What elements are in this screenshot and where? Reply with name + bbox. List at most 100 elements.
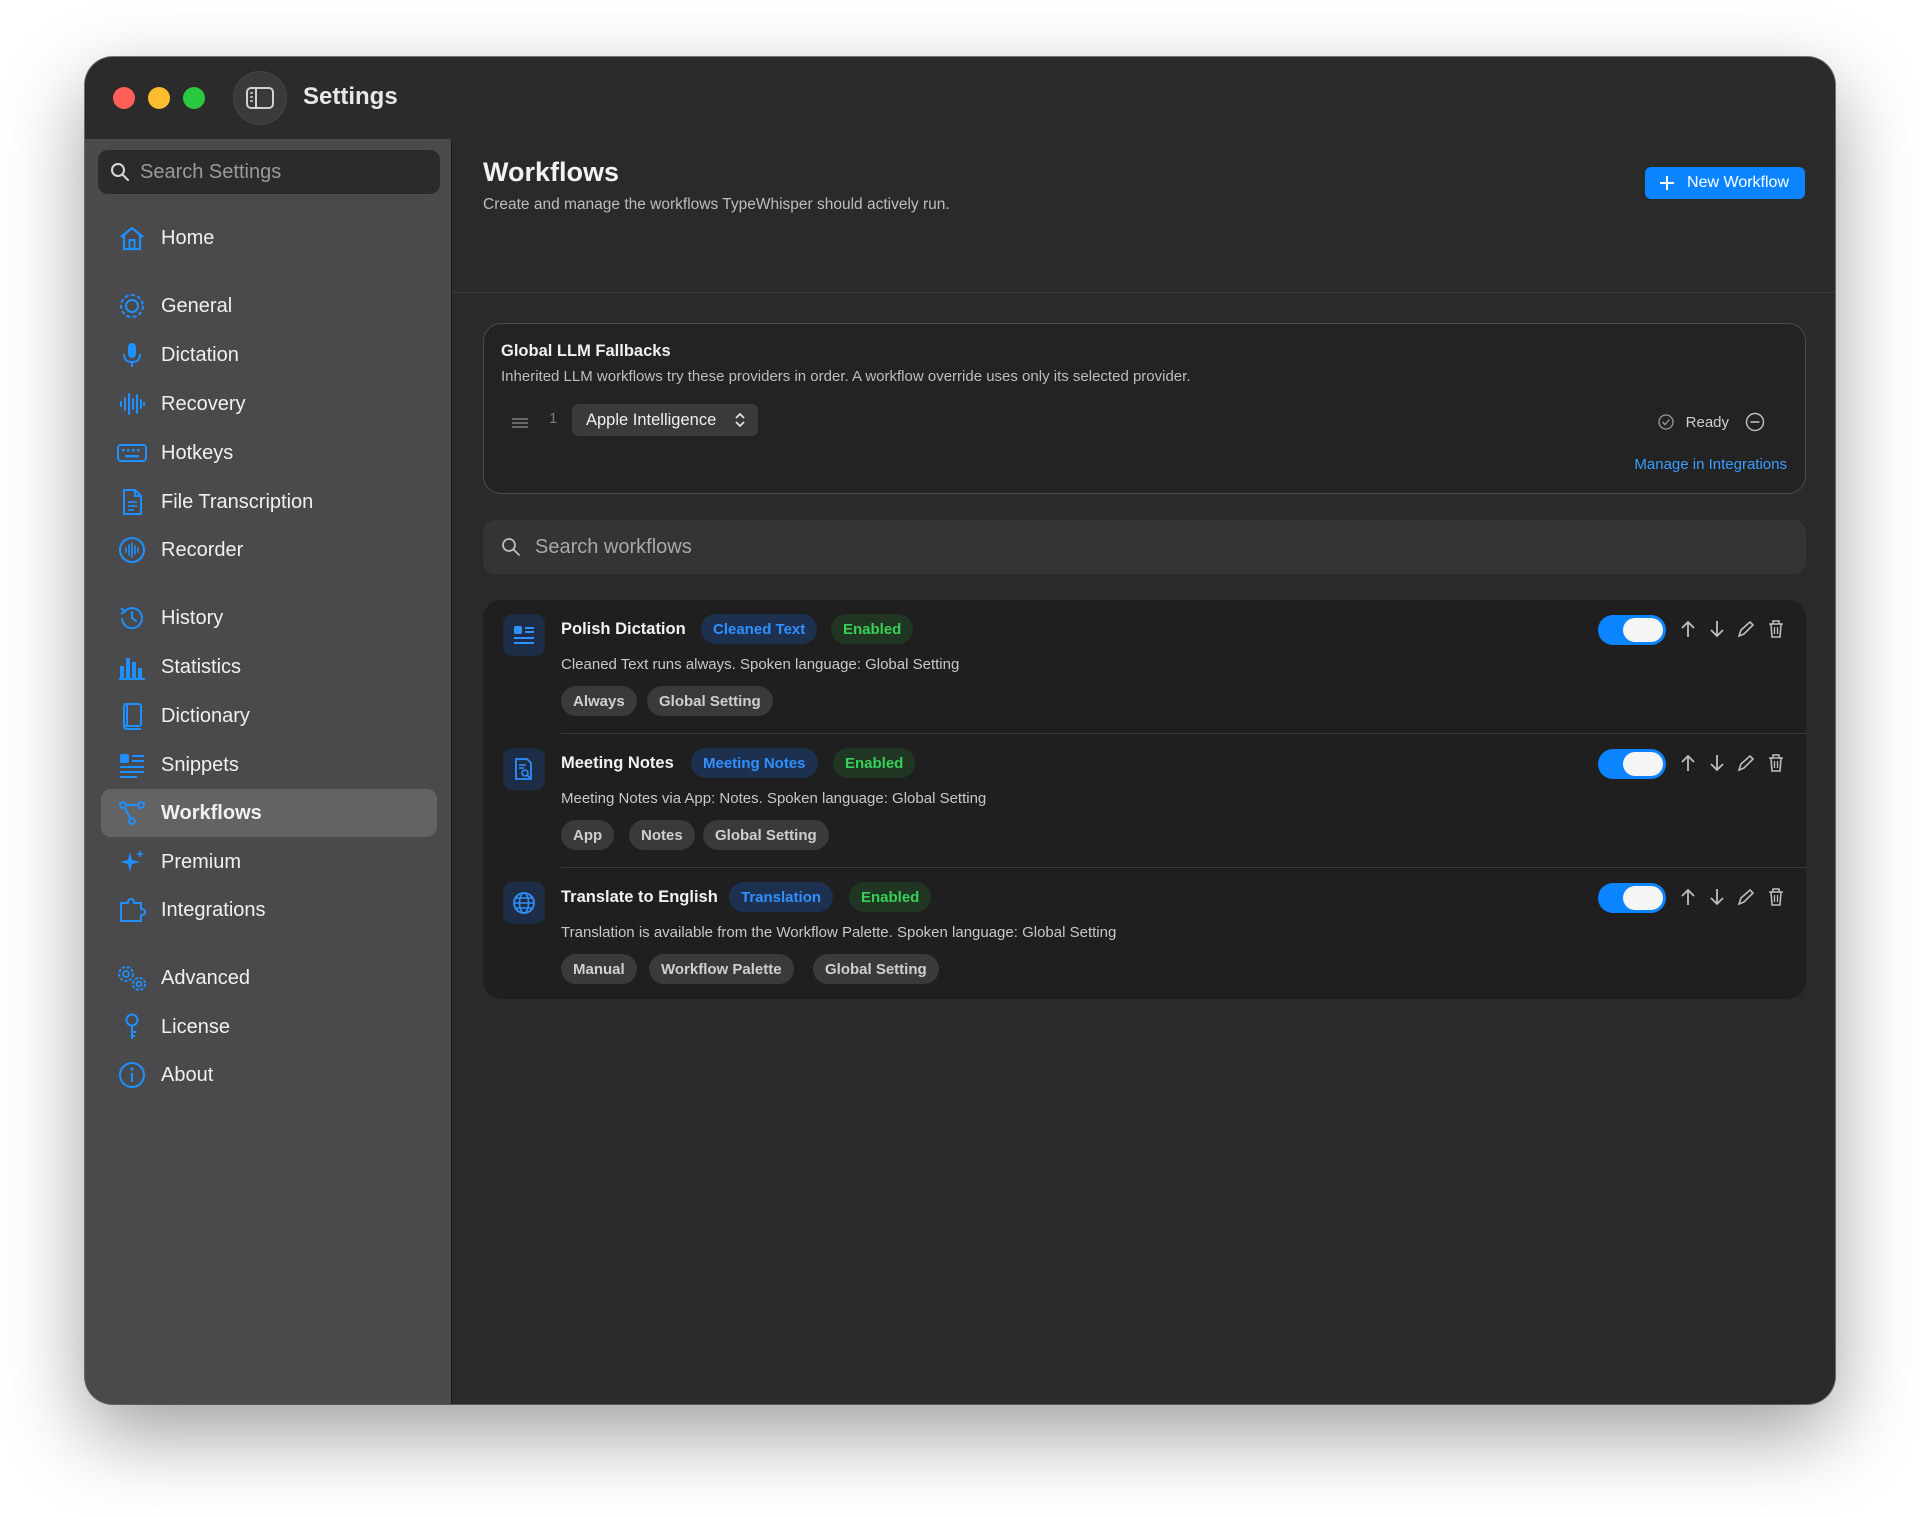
workflow-chip: Global Setting	[813, 954, 939, 984]
trash-icon[interactable]	[1764, 751, 1788, 775]
sidebar-item-license[interactable]: License	[101, 1003, 437, 1051]
close-window-button[interactable]	[113, 87, 135, 109]
move-up-icon[interactable]	[1676, 885, 1700, 909]
history-clock-icon	[115, 601, 149, 635]
move-up-icon[interactable]	[1676, 751, 1700, 775]
header-divider	[453, 292, 1835, 293]
edit-pencil-icon[interactable]	[1734, 751, 1758, 775]
chevron-up-down-icon	[735, 412, 745, 428]
sidebar-item-advanced[interactable]: Advanced	[101, 954, 437, 1002]
workflow-status-badge: Enabled	[833, 748, 916, 778]
search-icon	[111, 163, 129, 181]
fallback-provider-value: Apple Intelligence	[586, 410, 717, 429]
bar-chart-icon	[115, 650, 149, 684]
sidebar-item-hotkeys[interactable]: Hotkeys	[101, 429, 437, 477]
fallback-status: Ready	[1657, 412, 1765, 432]
window-title: Settings	[303, 83, 398, 110]
sidebar-item-about[interactable]: About	[101, 1051, 437, 1099]
key-icon	[115, 1010, 149, 1044]
sidebar-item-history[interactable]: History	[101, 594, 437, 642]
search-icon	[502, 538, 520, 556]
workflow-description: Meeting Notes via App: Notes. Spoken lan…	[561, 790, 987, 807]
sparkles-icon	[115, 845, 149, 879]
book-icon	[115, 699, 149, 733]
sidebar-item-premium[interactable]: Premium	[101, 838, 437, 886]
workflow-enabled-toggle[interactable]	[1598, 883, 1666, 913]
move-down-icon[interactable]	[1705, 751, 1729, 775]
new-workflow-button[interactable]: New Workflow	[1645, 167, 1805, 199]
trash-icon[interactable]	[1764, 885, 1788, 909]
workflow-chip: Manual	[561, 954, 637, 984]
sidebar-item-recovery[interactable]: Recovery	[101, 380, 437, 428]
workflow-type-badge: Translation	[729, 882, 834, 912]
edit-pencil-icon[interactable]	[1734, 885, 1758, 909]
search-workflows-field[interactable]: Search workflows	[483, 520, 1806, 574]
edit-pencil-icon[interactable]	[1734, 617, 1758, 641]
drag-handle-icon[interactable]	[511, 416, 529, 434]
workflow-list: Polish Dictation Cleaned Text Enabled Cl…	[483, 600, 1806, 999]
move-up-icon[interactable]	[1676, 617, 1700, 641]
search-workflows-placeholder: Search workflows	[535, 535, 692, 558]
workflow-chip: Workflow Palette	[649, 954, 794, 984]
record-waveform-icon	[115, 533, 149, 567]
sidebar-item-label: Workflows	[161, 801, 262, 824]
sidebar-item-label: License	[161, 1015, 230, 1038]
main-content: Workflows Create and manage the workflow…	[453, 139, 1835, 1404]
workflow-row: Meeting Notes Meeting Notes Enabled Meet…	[483, 734, 1806, 868]
sidebar-item-label: Statistics	[161, 655, 242, 678]
sidebar-toggle-button[interactable]	[233, 71, 287, 125]
sidebar-item-dictation[interactable]: Dictation	[101, 331, 437, 379]
sidebar-item-label: Snippets	[161, 753, 239, 776]
sidebar-item-label: History	[161, 606, 224, 629]
move-down-icon[interactable]	[1705, 617, 1729, 641]
checkmark-circle-icon	[1657, 414, 1674, 430]
workflow-name: Translate to English	[561, 888, 718, 906]
workflow-status-badge: Enabled	[831, 614, 914, 644]
zoom-window-button[interactable]	[183, 87, 205, 109]
trash-icon[interactable]	[1764, 617, 1788, 641]
microphone-icon	[115, 338, 149, 372]
sidebar-item-label: Recovery	[161, 392, 246, 415]
sidebar-item-label: Integrations	[161, 898, 266, 921]
workflow-chip: App	[561, 820, 615, 850]
workflow-description: Cleaned Text runs always. Spoken languag…	[561, 656, 960, 673]
titlebar-right	[452, 57, 1835, 139]
sidebar-item-workflows[interactable]: Workflows	[101, 789, 437, 837]
puzzle-icon	[115, 893, 149, 927]
sidebar-item-recorder[interactable]: Recorder	[101, 526, 437, 574]
sidebar-item-statistics[interactable]: Statistics	[101, 643, 437, 691]
flow-nodes-icon	[115, 796, 149, 830]
workflow-row: Translate to English Translation Enabled…	[483, 868, 1806, 1002]
sidebar-item-general[interactable]: General	[101, 282, 437, 330]
sidebar-item-file-transcription[interactable]: File Transcription	[101, 478, 437, 526]
workflow-name: Meeting Notes	[561, 754, 674, 772]
sidebar-item-integrations[interactable]: Integrations	[101, 886, 437, 934]
fallbacks-title: Global LLM Fallbacks	[501, 342, 671, 360]
workflow-name: Polish Dictation	[561, 620, 686, 638]
page-subtitle: Create and manage the workflows TypeWhis…	[483, 196, 950, 213]
sidebar-item-label: General	[161, 294, 233, 317]
sidebar-item-snippets[interactable]: Snippets	[101, 741, 437, 789]
fallback-provider-select[interactable]: Apple Intelligence	[572, 404, 759, 436]
sidebar-item-dictionary[interactable]: Dictionary	[101, 692, 437, 740]
text-snippet-icon	[115, 748, 149, 782]
workflow-enabled-toggle[interactable]	[1598, 615, 1666, 645]
minimize-window-button[interactable]	[148, 87, 170, 109]
manage-integrations-link[interactable]: Manage in Integrations	[1634, 456, 1787, 473]
fallback-status-label: Ready	[1685, 413, 1729, 431]
workflow-enabled-toggle[interactable]	[1598, 749, 1666, 779]
search-settings-field[interactable]: Search Settings	[98, 150, 440, 194]
sidebar-item-label: Advanced	[161, 966, 250, 989]
info-icon	[115, 1058, 149, 1092]
plus-icon	[1660, 176, 1675, 190]
workflow-description: Translation is available from the Workfl…	[561, 924, 1117, 941]
house-icon	[115, 221, 149, 255]
fallback-order-number: 1	[549, 410, 558, 427]
workflow-chip: Notes	[629, 820, 695, 850]
gears-icon	[115, 961, 149, 995]
sidebar-item-home[interactable]: Home	[101, 214, 437, 262]
sidebar-toggle-icon	[246, 87, 274, 109]
document-icon	[115, 485, 149, 519]
remove-circle-icon[interactable]	[1745, 412, 1765, 432]
move-down-icon[interactable]	[1705, 885, 1729, 909]
